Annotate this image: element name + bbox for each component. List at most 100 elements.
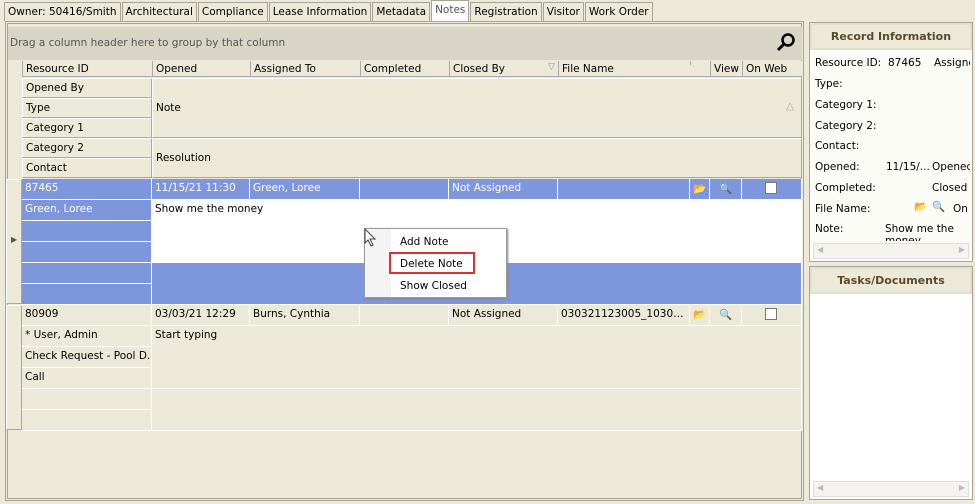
horizontal-scrollbar[interactable]: ◀ ▶ [813, 243, 969, 259]
upload-folder-icon[interactable]: 📂 [914, 200, 927, 213]
cell-contact[interactable] [22, 410, 152, 431]
tab-metadata[interactable]: Metadata [372, 2, 431, 21]
sort-ascending-icon: △ [786, 100, 795, 112]
scroll-left-icon[interactable]: ◀ [817, 483, 823, 492]
cell-file-name[interactable] [558, 179, 690, 200]
cell-category1[interactable] [22, 242, 152, 263]
cell-type[interactable] [22, 221, 152, 242]
cell-opened[interactable]: 03/03/21 12:29 [152, 305, 250, 326]
cell-resource-id[interactable]: 80909 [22, 305, 152, 326]
upload-folder-icon[interactable]: 📂 [690, 305, 710, 326]
search-icon[interactable] [776, 32, 796, 52]
header-view[interactable]: View [710, 61, 742, 77]
cell-type[interactable]: Check Request - Pool D... [22, 347, 152, 368]
cell-category2[interactable] [22, 389, 152, 410]
header-category2[interactable]: Category 2 [22, 138, 152, 158]
filter-icon[interactable]: ▽ [548, 62, 555, 72]
cell-category1[interactable]: Call [22, 368, 152, 389]
tasks-documents-panel: Tasks/Documents ◀ ▶ [809, 266, 973, 500]
tab-notes[interactable]: Notes [431, 0, 470, 21]
menu-item-add-note[interactable]: Add Note [400, 234, 500, 250]
record-information-title: Record Information [810, 23, 972, 50]
label-contact: Contact: [815, 140, 860, 152]
cell-assigned-to[interactable]: Green, Loree [250, 179, 360, 200]
scroll-right-icon[interactable]: ▶ [959, 483, 965, 492]
cell-completed[interactable] [360, 179, 449, 200]
value-note: Show me the money [885, 223, 954, 241]
upload-folder-icon[interactable]: 📂 [690, 179, 710, 200]
header-contact[interactable]: Contact [22, 158, 152, 178]
on-web-checkbox[interactable] [765, 182, 777, 194]
label-category2: Category 2: [815, 120, 877, 132]
label-completed: Completed: [815, 182, 876, 194]
group-by-area[interactable]: Drag a column header here to group by th… [8, 27, 802, 60]
cell-on-web[interactable] [742, 305, 802, 326]
on-web-checkbox[interactable] [765, 308, 777, 320]
tasks-documents-title: Tasks/Documents [810, 267, 972, 294]
tab-architectural[interactable]: Architectural [121, 2, 197, 21]
cell-category2[interactable] [22, 263, 152, 284]
header-resource-id[interactable]: Resource ID [22, 61, 152, 77]
cell-opened[interactable]: 11/15/21 11:30 [152, 179, 250, 200]
header-opened-by[interactable]: Opened By [22, 78, 152, 98]
header-completed[interactable]: Completed [360, 61, 449, 77]
column-header-row: Resource ID Opened Assigned To Completed… [22, 61, 802, 77]
group-hint: Drag a column header here to group by th… [10, 37, 286, 49]
label-type: Type: [815, 78, 843, 90]
header-assigned-to[interactable]: Assigned To [250, 61, 360, 77]
label-file-name: File Name: [815, 203, 871, 215]
mouse-cursor-icon [364, 228, 377, 247]
tab-work-order[interactable]: Work Order [584, 2, 653, 21]
row-selector-1[interactable]: ▶ [6, 179, 22, 304]
tab-bar: Owner: 50416/Smith Architectural Complia… [4, 0, 654, 21]
scroll-left-icon[interactable]: ◀ [817, 245, 823, 254]
cell-on-web[interactable] [742, 179, 802, 200]
header-on-web[interactable]: On Web [742, 61, 802, 77]
horizontal-scrollbar[interactable]: ◀ ▶ [813, 481, 969, 497]
tab-owner[interactable]: Owner: 50416/Smith [4, 2, 121, 21]
cell-file-name[interactable]: 030321123005_103020... [558, 305, 690, 326]
context-menu: Add Note Delete Note Show Closed [364, 228, 507, 298]
cell-closed-by[interactable]: Not Assigned [449, 305, 558, 326]
cell-closed-by[interactable]: Not Assigned [449, 179, 558, 200]
label-category1: Category 1: [815, 99, 877, 111]
label-opened: Opened: [815, 161, 860, 173]
cell-contact[interactable] [22, 284, 152, 305]
label-closed-by: Closed I [932, 182, 970, 194]
cell-opened-by[interactable]: Green, Loree [22, 200, 152, 221]
tab-registration[interactable]: Registration [470, 2, 542, 21]
header-opened[interactable]: Opened [152, 61, 250, 77]
label-on-web: On [953, 203, 968, 215]
value-opened: 11/15/... [886, 161, 930, 173]
header-closed-by[interactable]: Closed By [449, 61, 558, 77]
highlight-box [389, 252, 475, 274]
tab-compliance[interactable]: Compliance [197, 2, 268, 21]
value-resource-id: 87465 [888, 57, 922, 69]
cell-resource-id[interactable]: 87465 [22, 179, 152, 200]
tab-lease-information[interactable]: Lease Information [268, 2, 372, 21]
cell-completed[interactable] [360, 305, 449, 326]
label-opened-by: Opened [932, 161, 970, 173]
tab-visitor[interactable]: Visitor [542, 2, 584, 21]
header-file-name[interactable]: File Name [558, 61, 690, 77]
menu-item-show-closed[interactable]: Show Closed [400, 278, 500, 294]
record-information-panel: Record Information Resource ID: 87465 As… [809, 22, 973, 262]
magnifier-view-icon[interactable]: 🔍 [710, 305, 742, 326]
magnifier-view-icon[interactable]: 🔍 [710, 179, 742, 200]
row-selector-2[interactable] [6, 305, 22, 430]
current-row-indicator-icon: ▶ [11, 235, 18, 244]
cell-resolution[interactable] [152, 389, 802, 431]
label-assigned: Assigned [934, 57, 970, 69]
header-resolution[interactable]: Resolution [152, 138, 802, 178]
label-note: Note: [815, 223, 844, 235]
scroll-right-icon[interactable]: ▶ [959, 245, 965, 254]
magnifier-view-icon[interactable]: 🔍 [932, 200, 945, 213]
cell-note[interactable]: Start typing [152, 326, 802, 389]
header-note[interactable]: Note [152, 78, 802, 138]
header-type[interactable]: Type [22, 98, 152, 118]
header-category1[interactable]: Category 1 [22, 118, 152, 138]
cell-assigned-to[interactable]: Burns, Cynthia [250, 305, 360, 326]
cell-opened-by[interactable]: * User, Admin [22, 326, 152, 347]
label-resource-id: Resource ID: [815, 57, 882, 69]
header-icon [690, 61, 710, 65]
